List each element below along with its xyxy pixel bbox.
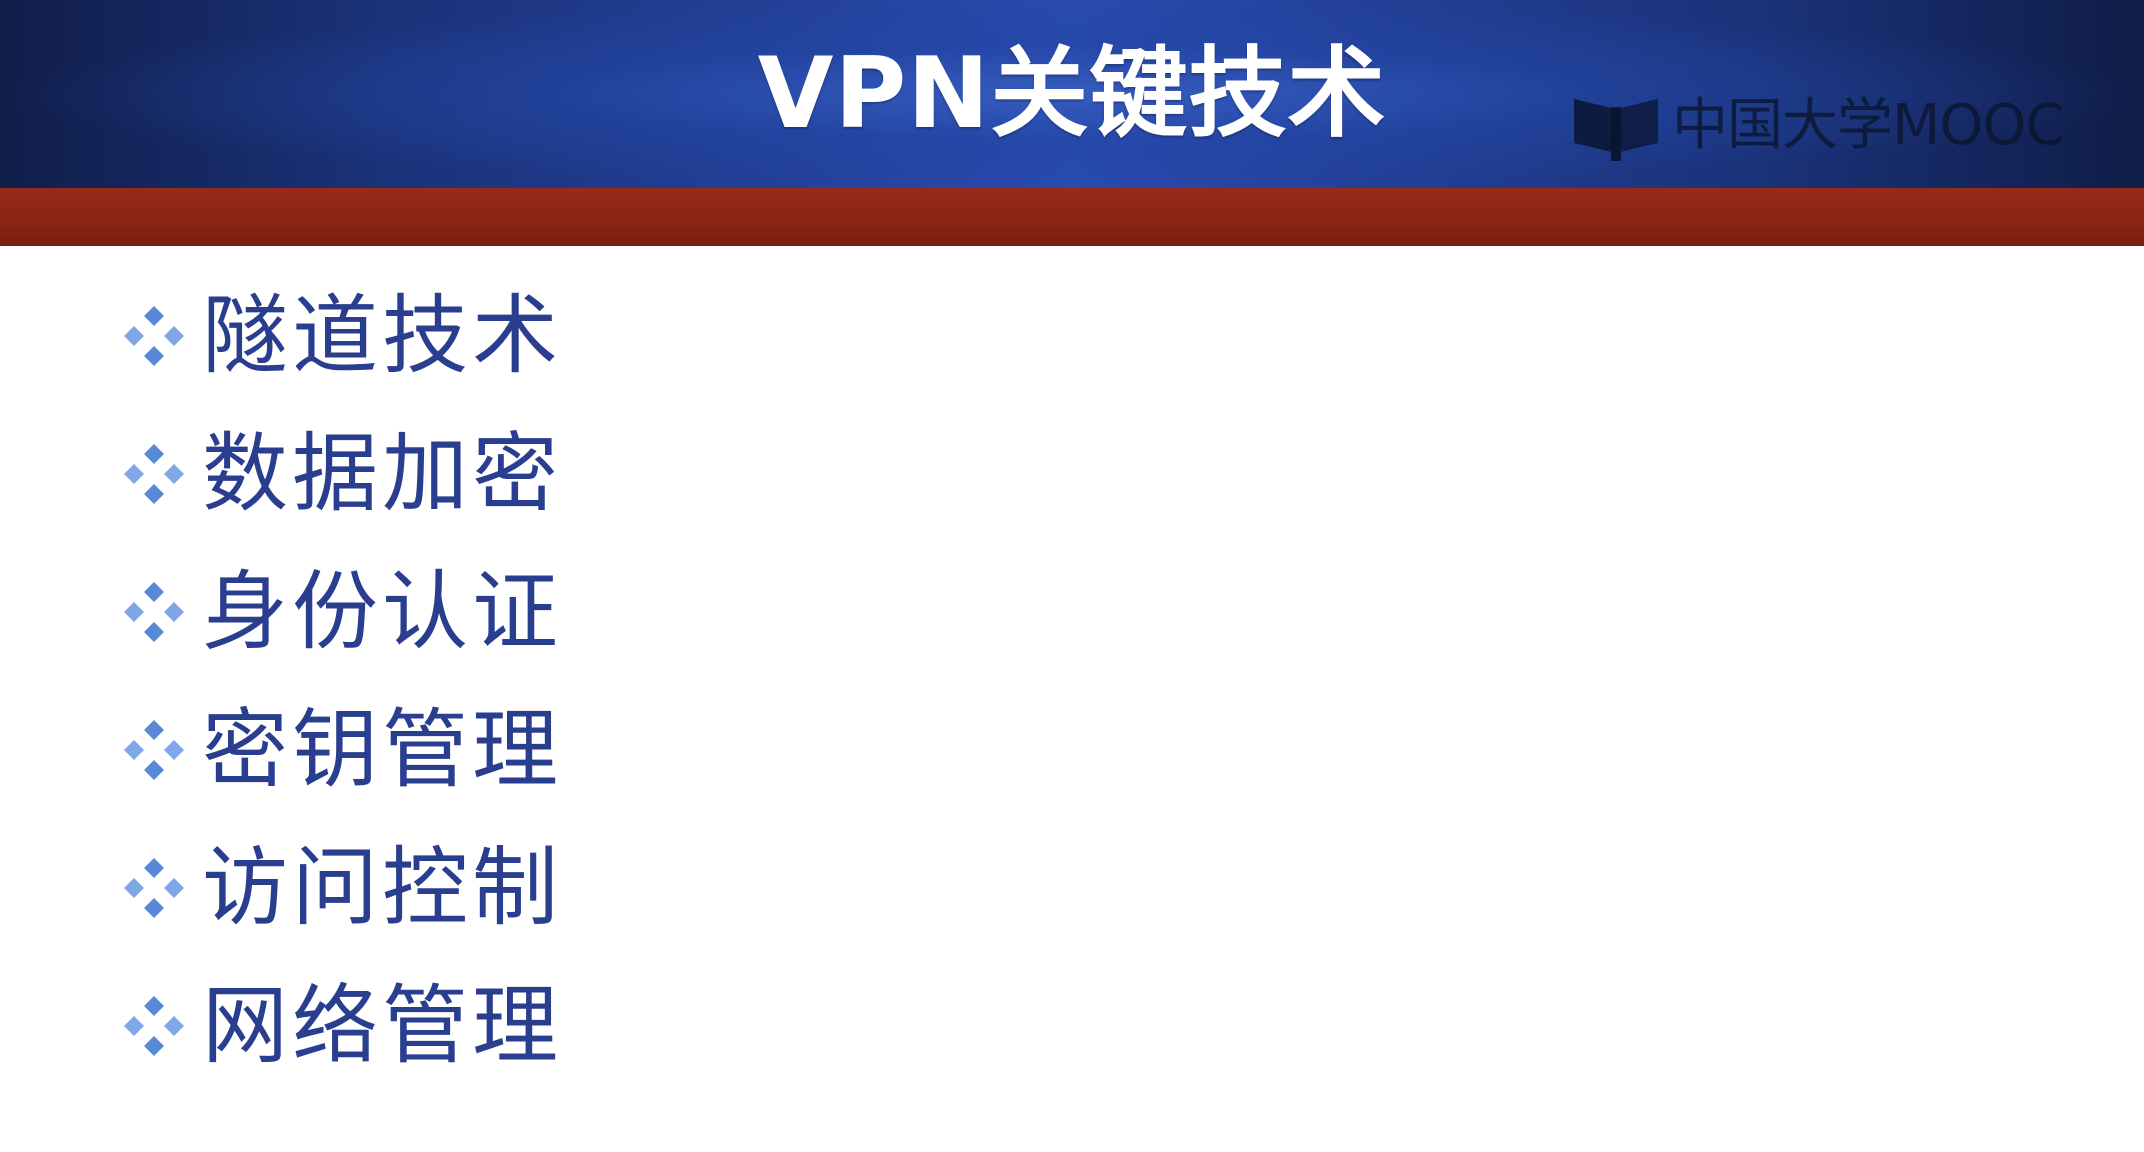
- four-diamond-bullet-icon: [118, 438, 190, 510]
- logo-text: 中国大学MOOC: [1672, 93, 2065, 158]
- list-item-label: 密钥管理: [202, 700, 562, 800]
- mooc-logo: 中国大学MOOC: [1570, 88, 2065, 163]
- list-item-label: 访问控制: [202, 838, 562, 938]
- four-diamond-bullet-icon: [118, 852, 190, 924]
- bullet-list: 隧道技术 数据加密 身份认证 密钥管理 访问控制 网络管理: [118, 276, 1318, 1096]
- accent-band: [0, 188, 2144, 246]
- list-item: 隧道技术: [118, 276, 562, 396]
- list-item: 密钥管理: [118, 690, 562, 810]
- list-item: 访问控制: [118, 828, 562, 948]
- list-item-label: 身份认证: [202, 562, 562, 662]
- slide-header: VPN关键技术 中国大学MOOC: [0, 0, 2144, 188]
- list-item: 数据加密: [118, 414, 562, 534]
- list-item: 身份认证: [118, 552, 562, 672]
- list-item-label: 网络管理: [202, 976, 562, 1076]
- four-diamond-bullet-icon: [118, 990, 190, 1062]
- book-logo-icon: [1570, 91, 1662, 161]
- list-item: 网络管理: [118, 966, 562, 1086]
- list-item-label: 数据加密: [202, 424, 562, 524]
- four-diamond-bullet-icon: [118, 714, 190, 786]
- four-diamond-bullet-icon: [118, 300, 190, 372]
- list-item-label: 隧道技术: [202, 286, 562, 386]
- four-diamond-bullet-icon: [118, 576, 190, 648]
